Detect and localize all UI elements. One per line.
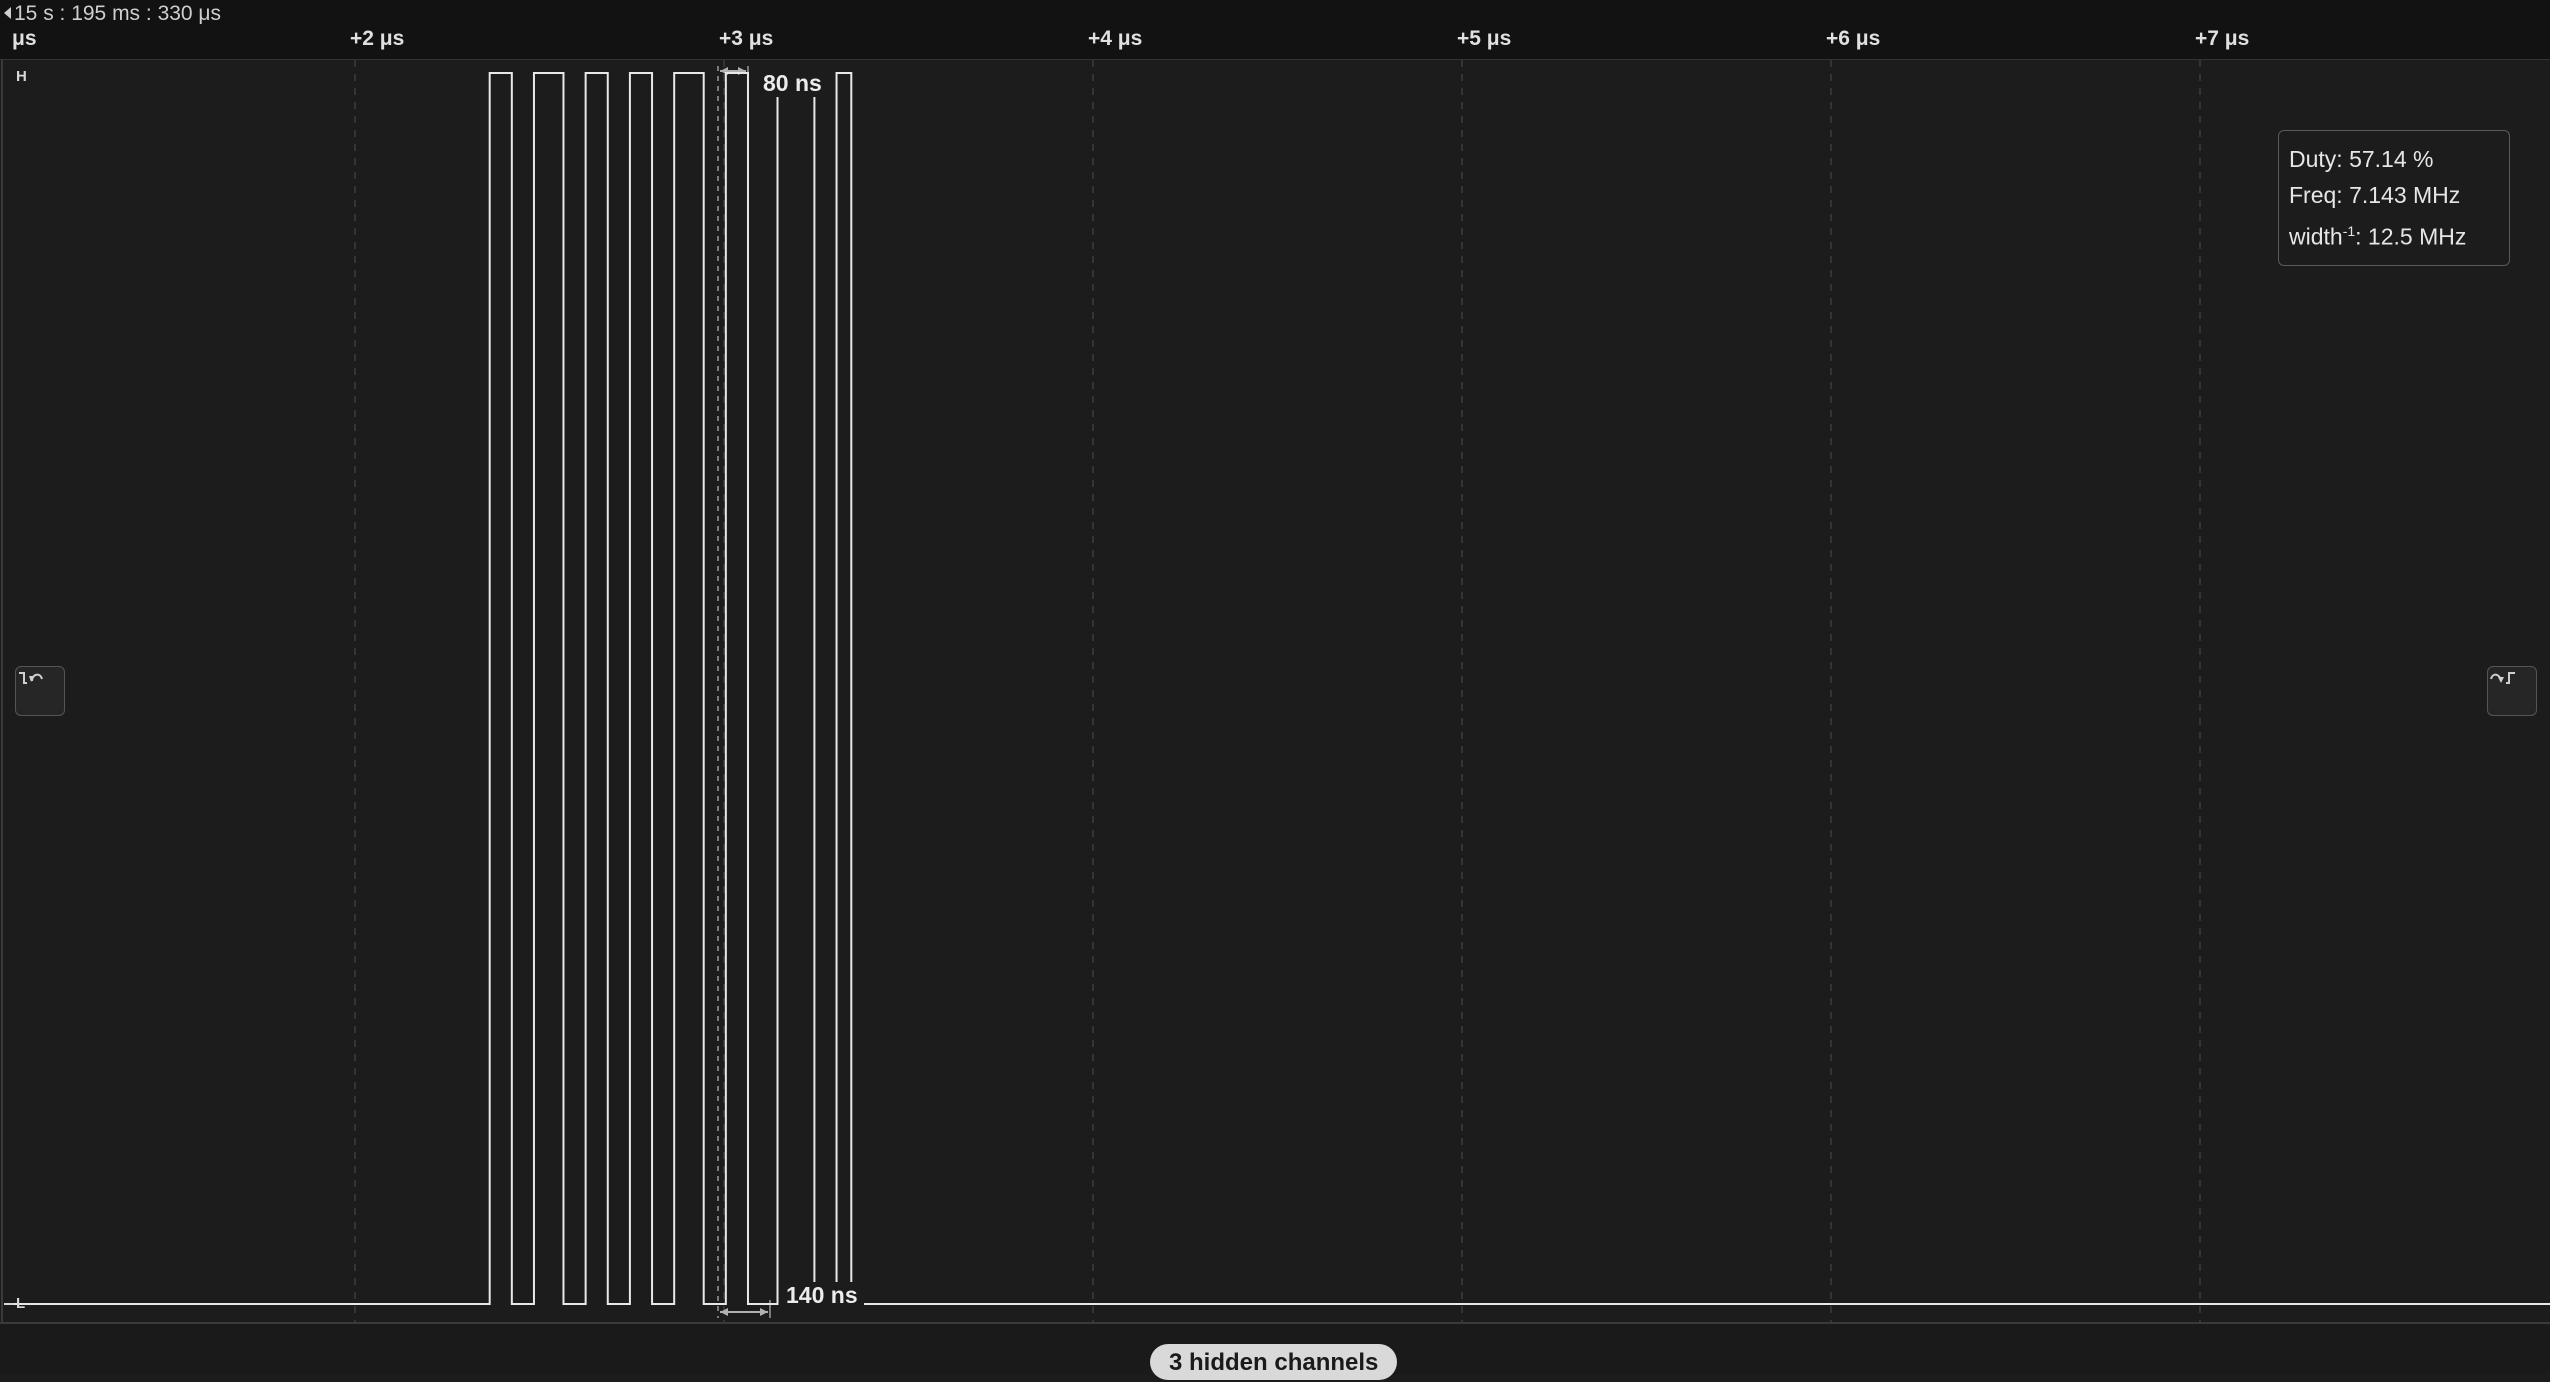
signal-pulse-4 bbox=[630, 73, 652, 1304]
high-level-label: H bbox=[16, 68, 27, 85]
ruler-tick-label: +5 μs bbox=[1457, 27, 1512, 50]
next-edge-icon bbox=[2490, 672, 2515, 684]
width-measurement-label: 80 ns bbox=[757, 70, 828, 97]
period-measurement-arrow bbox=[720, 1308, 768, 1316]
signal-pulse-5 bbox=[674, 73, 704, 1304]
width-prefix: width bbox=[2289, 223, 2343, 250]
frequency-readout: Freq: 7.143 MHz bbox=[2289, 182, 2461, 208]
signal-pulse-3 bbox=[586, 73, 608, 1304]
digital-signal-trace bbox=[14, 72, 2550, 1305]
logic-analyzer-view: 15 s : 195 ms : 330 μs μs +2 μs +3 μs +4… bbox=[0, 0, 2550, 1380]
timestamp-text: 15 s : 195 ms : 330 μs bbox=[14, 2, 222, 25]
pulse-group bbox=[490, 73, 852, 1304]
ruler-unit-label: μs bbox=[12, 27, 37, 50]
hidden-channels-button[interactable]: 3 hidden channels bbox=[1150, 1344, 1398, 1380]
signal-pulse-6 bbox=[726, 73, 748, 1304]
ruler-tick-label: +3 μs bbox=[719, 27, 774, 50]
signal-pulse-7 bbox=[778, 73, 815, 1304]
width-inverse-readout: width-1: 12.5 MHz bbox=[2289, 213, 2499, 255]
time-ruler[interactable]: 15 s : 195 ms : 330 μs μs +2 μs +3 μs +4… bbox=[0, 0, 2550, 60]
bottom-bar: 3 hidden channels bbox=[0, 1322, 2550, 1380]
ruler-tick-label: +4 μs bbox=[1088, 27, 1143, 50]
ruler-tick-label: +2 μs bbox=[350, 27, 405, 50]
signal-pulse-2 bbox=[534, 73, 564, 1304]
signal-pulse-8 bbox=[837, 73, 852, 1304]
timestamp-readout: 15 s : 195 ms : 330 μs bbox=[4, 2, 221, 26]
ruler-tick-label: +6 μs bbox=[1826, 27, 1881, 50]
signal-pulse-1 bbox=[490, 73, 512, 1304]
waveform-canvas[interactable] bbox=[0, 60, 2550, 1322]
previous-edge-icon bbox=[19, 672, 43, 684]
duty-readout: Duty: 57.14 % bbox=[2289, 146, 2434, 172]
period-measurement-label: 140 ns bbox=[780, 1282, 864, 1309]
next-edge-button[interactable] bbox=[2487, 666, 2537, 716]
measurement-stats-box: Duty: 57.14 % Freq: 7.143 MHz width-1: 1… bbox=[2278, 130, 2510, 266]
low-level-label: L bbox=[16, 1295, 26, 1312]
waveform-plot[interactable]: H L 80 ns 140 ns Duty: 57.14 % Freq: 7.1… bbox=[0, 60, 2550, 1322]
left-arrow-icon bbox=[4, 7, 11, 19]
width-value: : 12.5 MHz bbox=[2355, 223, 2467, 250]
width-superscript: -1 bbox=[2342, 223, 2356, 239]
ruler-tick-label: +7 μs bbox=[2195, 27, 2250, 50]
previous-edge-button[interactable] bbox=[15, 666, 65, 716]
